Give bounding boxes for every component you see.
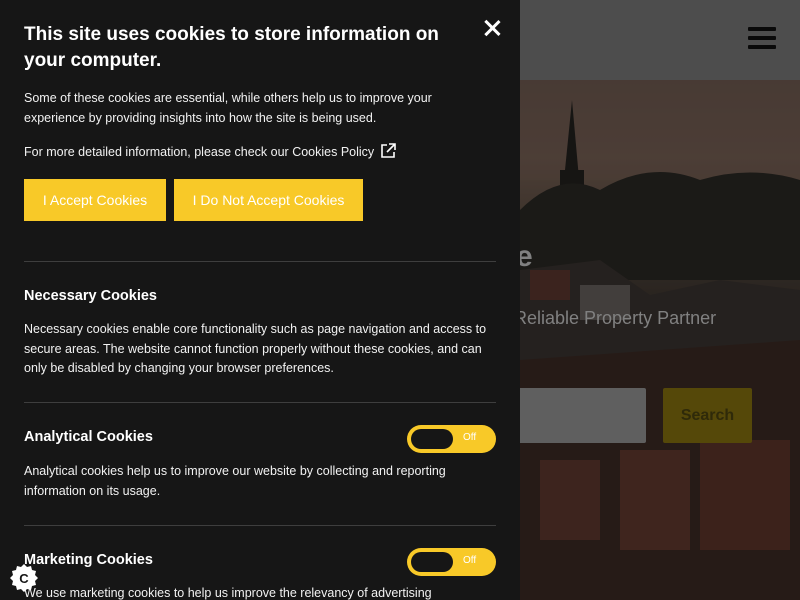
analytical-cookies-title: Analytical Cookies bbox=[24, 429, 153, 445]
close-icon[interactable] bbox=[480, 16, 504, 40]
marketing-cookies-toggle[interactable]: Off bbox=[407, 548, 496, 576]
external-link-icon[interactable] bbox=[380, 143, 396, 159]
analytical-cookies-description: Analytical cookies help us to improve ou… bbox=[24, 464, 446, 498]
marketing-cookies-title: Marketing Cookies bbox=[24, 552, 153, 568]
cookie-policy-link[interactable]: For more detailed information, please ch… bbox=[24, 145, 374, 159]
necessary-cookies-title: Necessary Cookies bbox=[24, 288, 157, 304]
toggle-knob bbox=[411, 552, 453, 572]
cookie-panel-title: This site uses cookies to store informat… bbox=[24, 24, 439, 71]
toggle-state-label: Off bbox=[463, 432, 477, 443]
divider bbox=[24, 261, 496, 262]
cookie-consent-panel: This site uses cookies to store informat… bbox=[0, 0, 520, 600]
accept-cookies-button[interactable]: I Accept Cookies bbox=[24, 179, 166, 221]
toggle-knob bbox=[411, 429, 453, 449]
divider bbox=[24, 402, 496, 403]
necessary-cookies-description: Necessary cookies enable core functional… bbox=[24, 322, 487, 375]
divider bbox=[24, 525, 496, 526]
svg-text:C: C bbox=[19, 571, 29, 586]
analytical-cookies-toggle[interactable]: Off bbox=[407, 425, 496, 453]
cookie-policy-line: For more detailed information, please ch… bbox=[24, 143, 496, 163]
decline-cookies-button[interactable]: I Do Not Accept Cookies bbox=[174, 179, 363, 221]
marketing-cookies-description: We use marketing cookies to help us impr… bbox=[24, 586, 432, 600]
toggle-state-label: Off bbox=[463, 555, 477, 566]
cookie-icon[interactable]: C bbox=[8, 562, 40, 594]
cookie-intro-text: Some of these cookies are essential, whi… bbox=[24, 91, 432, 125]
